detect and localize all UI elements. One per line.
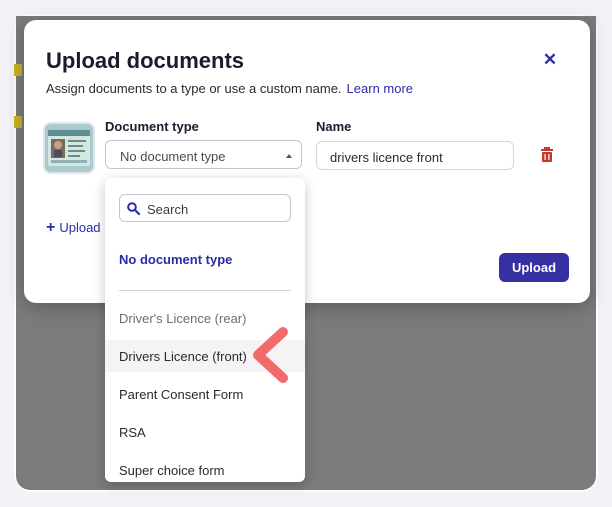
search-placeholder: Search bbox=[147, 202, 189, 217]
trash-icon[interactable] bbox=[540, 147, 554, 162]
subtitle-text: Assign documents to a type or use a cust… bbox=[46, 81, 342, 96]
background-fragment bbox=[14, 116, 22, 128]
dropdown-search-input[interactable]: Search bbox=[119, 194, 291, 222]
background-fragment bbox=[14, 64, 22, 76]
document-type-value: No document type bbox=[120, 149, 226, 164]
annotation-arrow-icon bbox=[253, 327, 288, 383]
upload-button[interactable]: Upload bbox=[499, 253, 569, 282]
name-label: Name bbox=[316, 119, 352, 134]
document-thumbnail bbox=[45, 124, 93, 172]
option-drivers-licence-rear[interactable]: Driver's Licence (rear) bbox=[119, 311, 246, 326]
dialog-title: Upload documents bbox=[46, 48, 245, 73]
upload-more-label: Upload bbox=[59, 220, 101, 235]
caret-up-icon bbox=[286, 154, 292, 158]
dialog-subtitle: Assign documents to a type or use a cust… bbox=[46, 81, 413, 96]
document-type-select[interactable]: No document type bbox=[105, 140, 302, 169]
option-no-document-type[interactable]: No document type bbox=[119, 252, 232, 267]
plus-icon: + bbox=[46, 219, 56, 236]
dropdown-divider bbox=[119, 290, 291, 291]
option-super-choice-form[interactable]: Super choice form bbox=[119, 463, 225, 478]
learn-more-link[interactable]: Learn more bbox=[347, 81, 413, 96]
name-input[interactable]: drivers licence front bbox=[316, 141, 514, 170]
upload-more-link[interactable]: + Upload bbox=[46, 219, 101, 237]
option-drivers-licence-front[interactable]: Drivers Licence (front) bbox=[119, 349, 247, 364]
close-icon[interactable]: ✕ bbox=[540, 50, 560, 70]
search-icon bbox=[127, 202, 140, 215]
option-parent-consent-form[interactable]: Parent Consent Form bbox=[119, 387, 243, 402]
option-rsa[interactable]: RSA bbox=[119, 425, 146, 440]
document-type-label: Document type bbox=[105, 119, 199, 134]
